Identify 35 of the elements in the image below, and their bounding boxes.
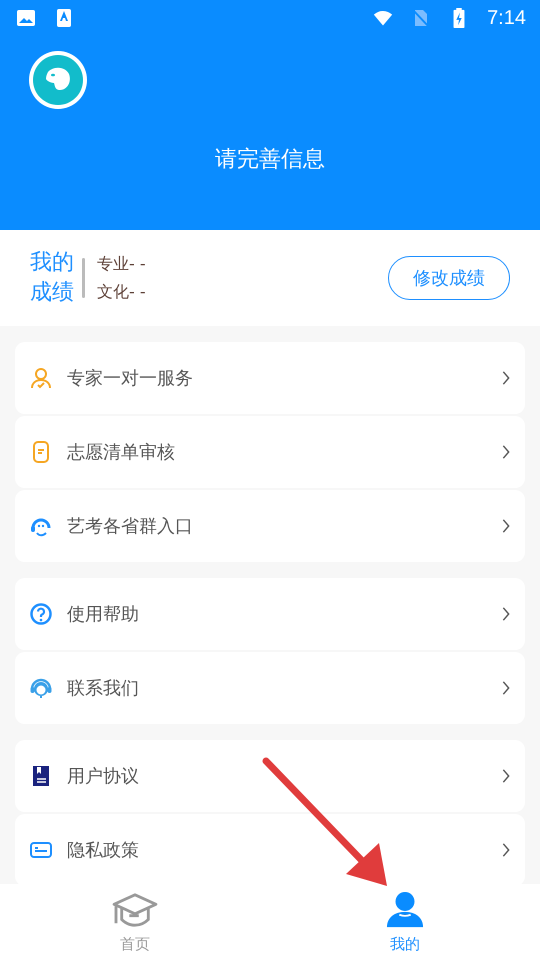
chevron-right-icon [501,680,511,696]
scores-title: 成绩 [30,279,74,307]
menu-label: 志愿清单审核 [67,441,175,464]
help-icon [29,602,53,626]
font-icon [54,8,74,28]
menu-item[interactable]: 志愿清单审核 [15,416,525,488]
image-icon [16,8,36,28]
menu-item[interactable]: 用户协议 [15,740,525,812]
score-value: 文化- - [97,281,146,303]
menu-label: 艺考各省群入口 [67,515,193,538]
menu-label: 使用帮助 [67,603,139,626]
menu-item[interactable]: 专家一对一服务 [15,342,525,414]
person-check-icon [29,366,53,390]
chevron-right-icon [501,444,511,460]
menu-item[interactable]: 艺考各省群入口 [15,490,525,562]
menu-label: 用户协议 [67,765,139,788]
chevron-right-icon [501,842,511,858]
avatar-icon[interactable] [28,50,88,110]
menu-label: 联系我们 [67,677,139,700]
support-agent-icon [29,676,53,700]
status-time: 7:14 [487,6,526,30]
menu-label: 专家一对一服务 [67,367,193,390]
graduation-cap-icon [112,890,158,928]
score-value: 专业- - [97,253,146,275]
menu-item[interactable]: 隐私政策 [15,814,525,884]
chevron-right-icon [501,768,511,784]
wifi-icon [373,8,394,28]
menu-item[interactable]: 使用帮助 [15,578,525,650]
scores-title: 我的 [30,249,74,277]
menu-label: 隐私政策 [67,839,139,862]
chevron-right-icon [501,606,511,622]
header-title: 请完善信息 [214,146,326,174]
chevron-right-icon [501,518,511,534]
menu-item[interactable]: 联系我们 [15,652,525,724]
chevron-right-icon [501,370,511,386]
